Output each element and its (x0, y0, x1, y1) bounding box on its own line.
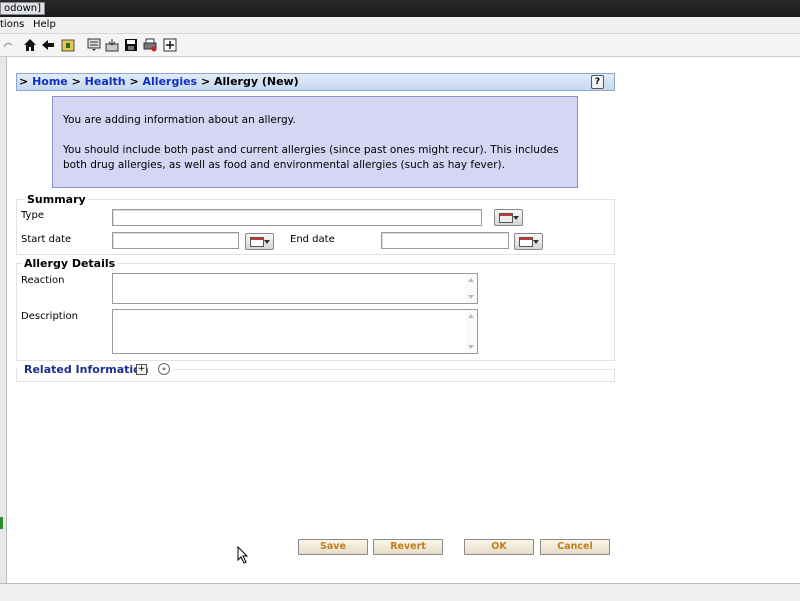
breadcrumb-home[interactable]: Home (32, 75, 68, 88)
redo-icon[interactable] (0, 37, 16, 53)
dropdown-arrow-icon (533, 240, 539, 244)
breadcrumb-prefix: > (19, 75, 29, 88)
type-picker-button[interactable] (494, 209, 523, 226)
inbox-icon[interactable] (104, 37, 120, 53)
info-message-box: You are adding information about an alle… (52, 96, 578, 188)
description-scrollbar[interactable] (465, 310, 477, 353)
end-date-label: End date (290, 234, 335, 245)
list-icon[interactable] (86, 37, 102, 53)
breadcrumb-current: Allergy (New) (214, 75, 299, 88)
description-label: Description (21, 311, 78, 322)
cancel-button[interactable]: Cancel (540, 539, 610, 555)
calendar-icon (519, 237, 533, 247)
calendar-icon (250, 237, 264, 247)
back-arrow-icon[interactable] (40, 37, 56, 53)
type-label: Type (21, 210, 44, 221)
window-titlebar: odown] (0, 0, 800, 17)
menu-bar: tions Help (0, 17, 800, 34)
related-information-link[interactable]: Related Information (24, 363, 149, 376)
add-icon[interactable] (162, 37, 178, 53)
status-indicator (0, 517, 3, 529)
breadcrumb-sep: > (71, 75, 81, 88)
dropdown-arrow-icon (264, 240, 270, 244)
start-date-label: Start date (21, 234, 72, 245)
end-date-field[interactable] (381, 232, 509, 249)
end-date-calendar-button[interactable] (514, 233, 543, 250)
allergy-details-title: Allergy Details (22, 257, 118, 270)
breadcrumb-sep: > (200, 75, 211, 88)
related-divider (173, 369, 613, 370)
start-date-field[interactable] (112, 232, 239, 249)
summary-title: Summary (25, 193, 88, 206)
folder-icon[interactable] (60, 37, 76, 53)
save-button[interactable]: Save (298, 539, 368, 555)
ok-button[interactable]: OK (464, 539, 534, 555)
breadcrumb-sep: > (129, 75, 139, 88)
print-icon[interactable] (142, 37, 158, 53)
reaction-field[interactable] (112, 273, 478, 304)
list-picker-icon (499, 213, 513, 223)
menu-help[interactable]: Help (33, 19, 56, 30)
info-line-2: You should include both past and current… (63, 144, 559, 171)
description-field[interactable] (112, 309, 478, 354)
window-title: odown] (0, 2, 46, 15)
status-bar (0, 583, 800, 601)
breadcrumb-allergies[interactable]: Allergies (143, 75, 198, 88)
expand-icon[interactable]: » (158, 363, 170, 375)
breadcrumb: > Home > Health > Allergies > Allergy (N… (16, 73, 615, 91)
reaction-scrollbar[interactable] (465, 274, 477, 303)
revert-button[interactable]: Revert (373, 539, 443, 555)
menu-options[interactable]: tions (0, 19, 24, 30)
help-icon[interactable]: ? (591, 75, 604, 89)
reaction-label: Reaction (21, 275, 65, 286)
dropdown-arrow-icon (513, 216, 519, 220)
related-add-icon[interactable]: + (136, 364, 147, 375)
type-field[interactable] (112, 209, 482, 226)
home-icon[interactable] (22, 37, 38, 53)
left-panel-strip (0, 57, 7, 585)
toolbar (0, 34, 800, 57)
breadcrumb-health[interactable]: Health (85, 75, 126, 88)
start-date-calendar-button[interactable] (245, 233, 274, 250)
info-line-1: You are adding information about an alle… (63, 114, 296, 126)
save-disk-icon[interactable] (123, 37, 139, 53)
